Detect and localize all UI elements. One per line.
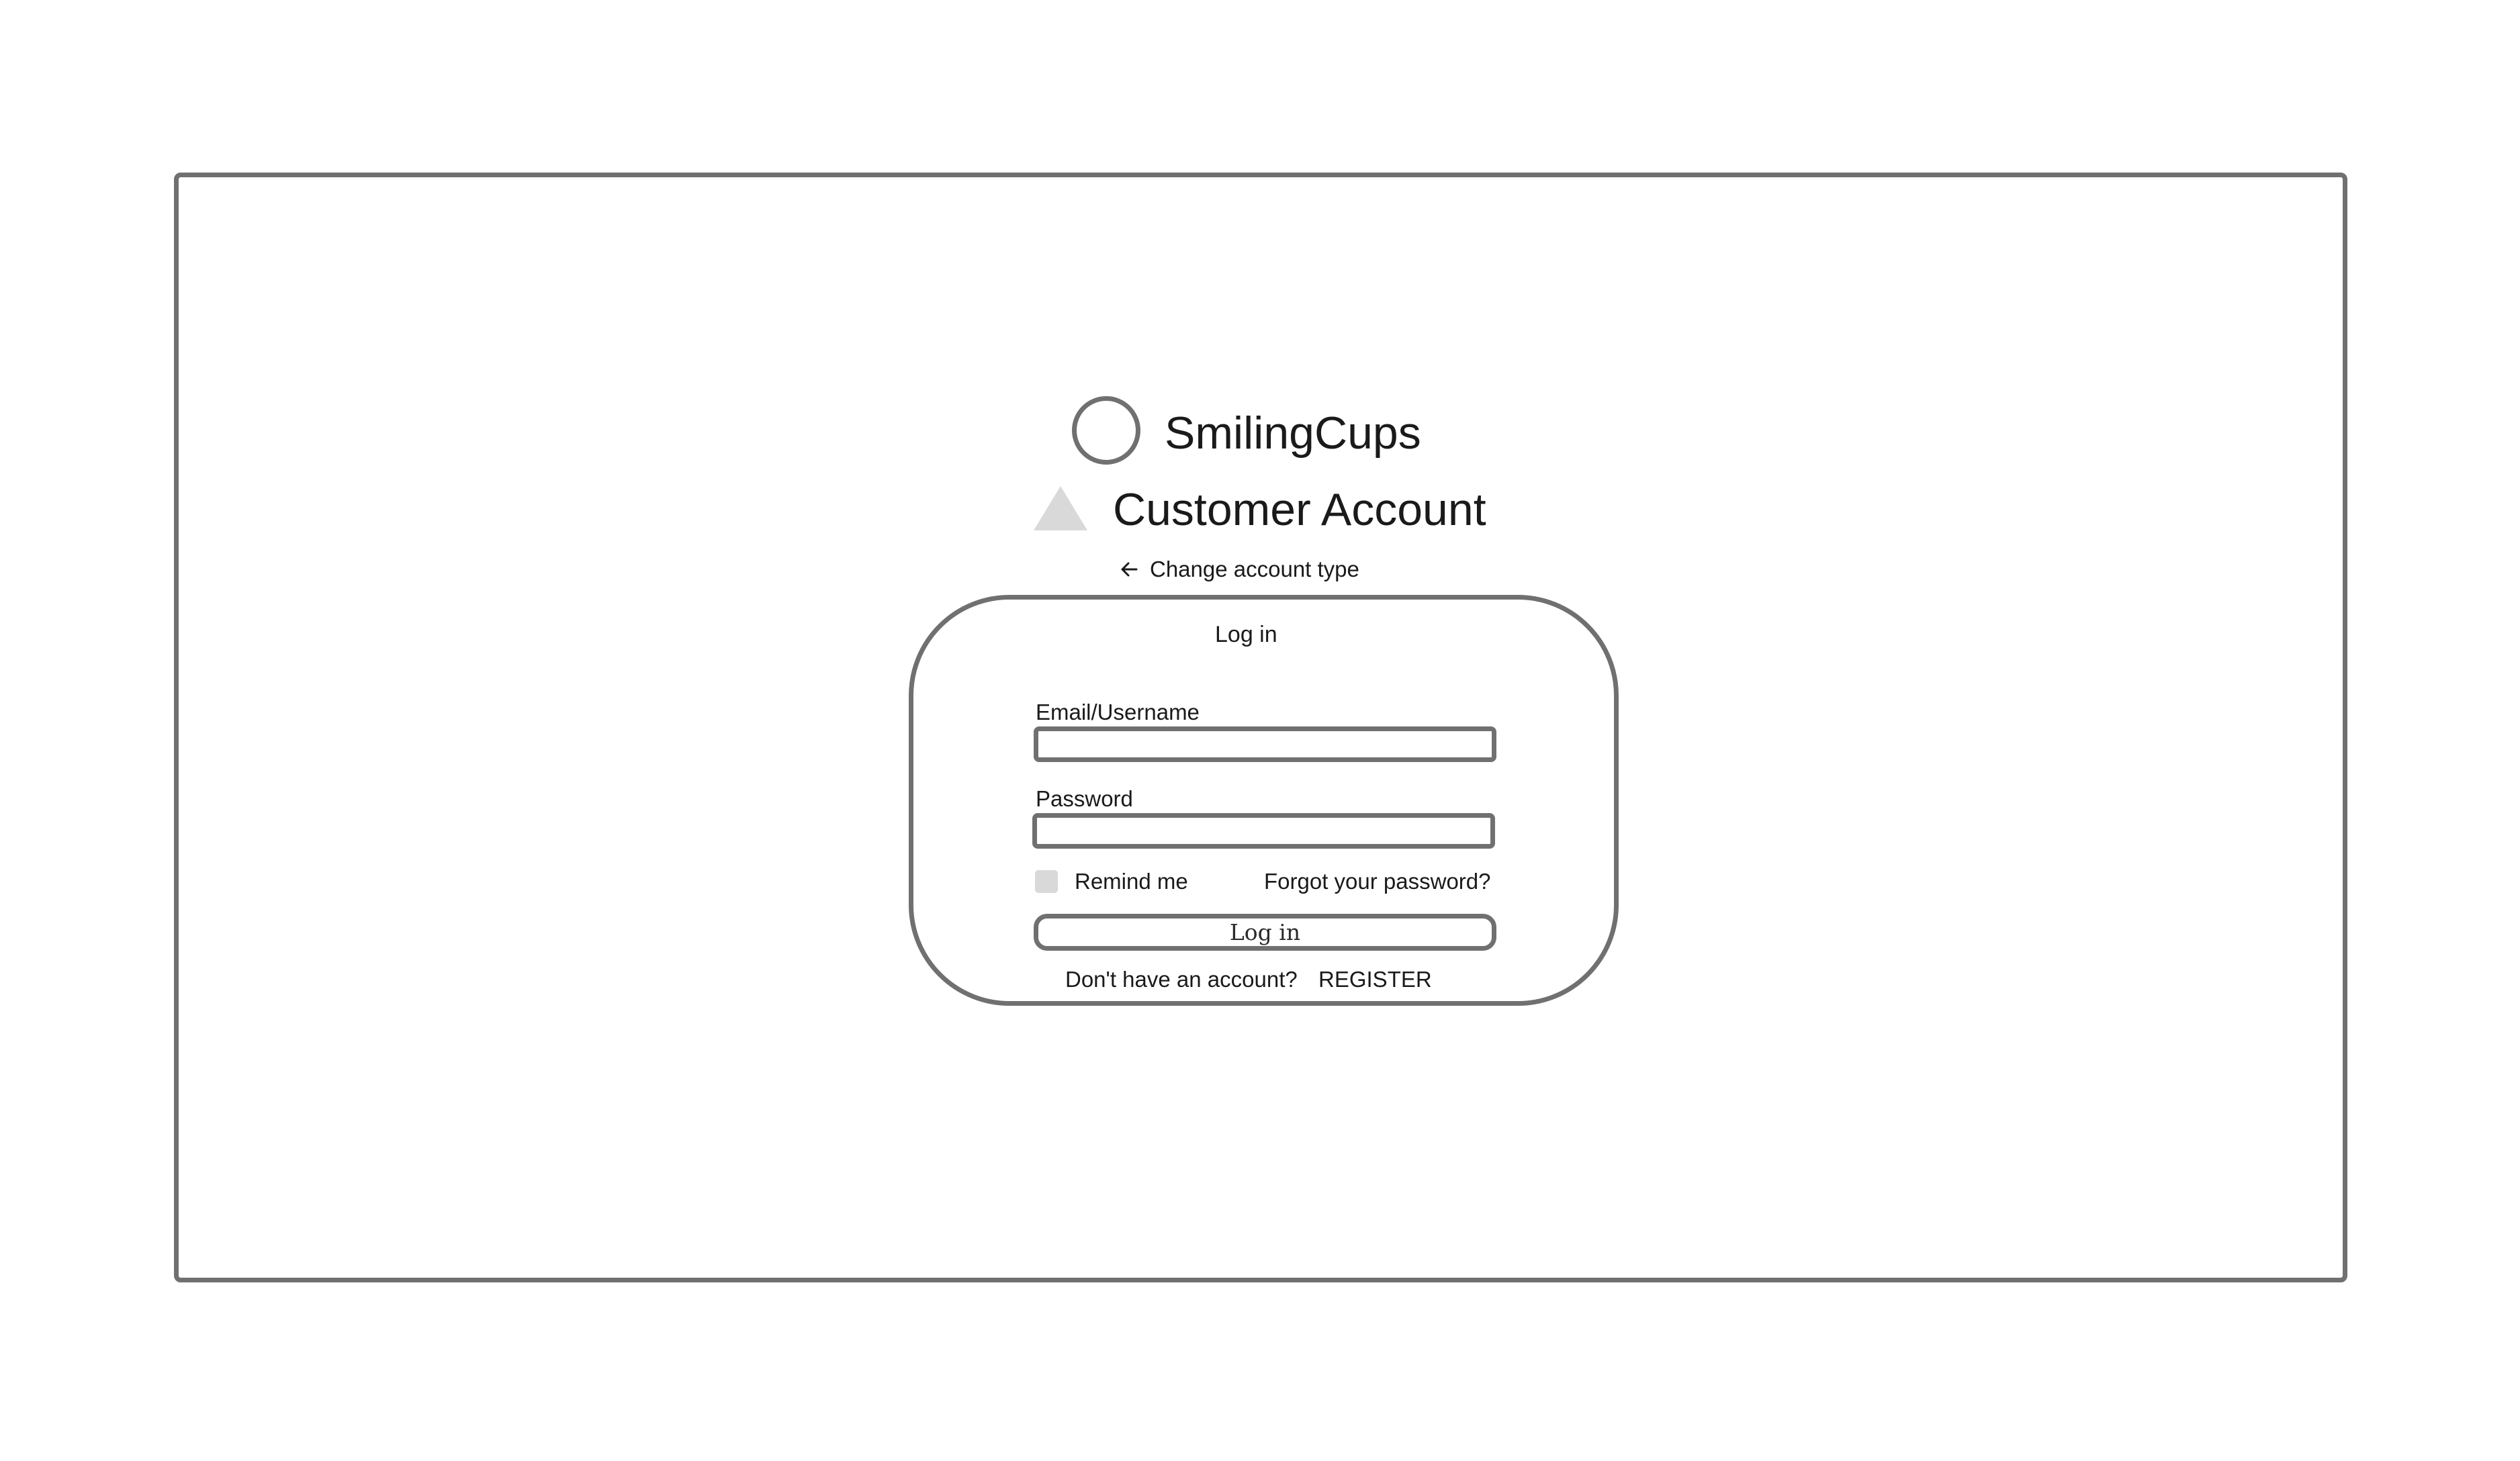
register-link[interactable]: REGISTER: [1318, 965, 1432, 994]
forgot-password-link[interactable]: Forgot your password?: [1264, 867, 1491, 896]
remind-me-checkbox[interactable]: [1035, 870, 1058, 893]
email-field[interactable]: [1034, 726, 1496, 762]
login-card-title: Log in: [1215, 622, 1277, 647]
circle-logo-icon: [1072, 396, 1140, 465]
brand-name: SmilingCups: [1165, 408, 1421, 459]
change-account-type-label: Change account type: [1150, 557, 1359, 581]
remind-me-label: Remind me: [1075, 869, 1188, 894]
login-button[interactable]: Log in: [1034, 914, 1496, 951]
change-account-type-link[interactable]: Change account type: [1120, 554, 1359, 585]
account-type-title: Customer Account: [1113, 484, 1486, 535]
login-button-label: Log in: [1229, 919, 1301, 945]
no-account-text: Don't have an account?: [1065, 967, 1298, 992]
password-field[interactable]: [1032, 813, 1495, 849]
password-label: Password: [1036, 786, 1133, 811]
arrow-left-icon: [1120, 561, 1138, 577]
email-label: Email/Username: [1036, 700, 1200, 724]
triangle-icon: [1034, 486, 1087, 530]
